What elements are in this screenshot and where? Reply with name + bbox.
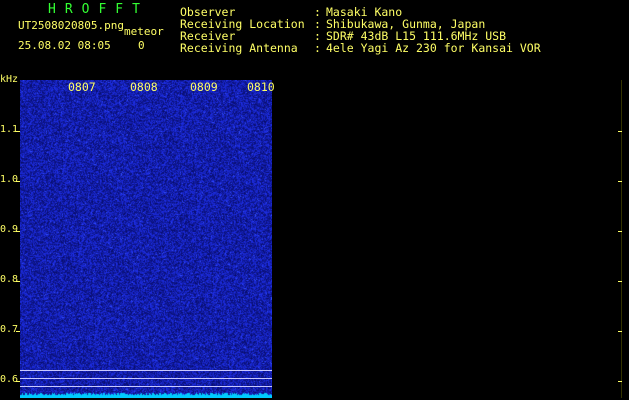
y-axis-label: 0.7 [0, 324, 19, 335]
right-axis-line [621, 80, 622, 398]
y-axis-tick [16, 231, 20, 232]
y-axis-label: 0.9 [0, 224, 19, 235]
reference-line [20, 378, 272, 379]
right-axis-tick [618, 181, 622, 182]
y-axis-label: 0.8 [0, 274, 19, 285]
info-label: Receiving Antenna [180, 41, 298, 55]
y-axis-tick [16, 281, 20, 282]
filename-label: UT2508020805.png [18, 19, 124, 32]
reference-line [20, 386, 272, 387]
y-axis-tick [16, 131, 20, 132]
right-axis-tick [618, 281, 622, 282]
time-label: 0810 [247, 80, 275, 94]
y-axis-tick [16, 331, 20, 332]
reference-line [20, 370, 272, 371]
time-label: 0808 [130, 80, 158, 94]
info-separator: : [314, 41, 321, 55]
y-axis-label: 0.6 [0, 374, 19, 385]
spectrogram-waterfall [20, 80, 272, 398]
app-title: HROFFT [48, 2, 149, 17]
time-label: 0807 [68, 80, 96, 94]
right-axis-tick [618, 331, 622, 332]
meteor-count: 0 [138, 39, 145, 52]
frequency-unit-label: kHz [0, 74, 19, 85]
right-axis-tick [618, 231, 622, 232]
y-axis-label: 1.0 [0, 174, 19, 185]
datetime-label: 25.08.02 08:05 [18, 39, 111, 52]
right-axis-tick [618, 381, 622, 382]
y-axis-label: 1.1 [0, 124, 19, 135]
y-axis-tick [16, 381, 20, 382]
right-axis-tick [618, 131, 622, 132]
meteor-label: meteor [124, 25, 164, 38]
time-label: 0809 [190, 80, 218, 94]
info-value: 4ele Yagi Az 230 for Kansai VOR [326, 41, 541, 55]
y-axis-tick [16, 181, 20, 182]
